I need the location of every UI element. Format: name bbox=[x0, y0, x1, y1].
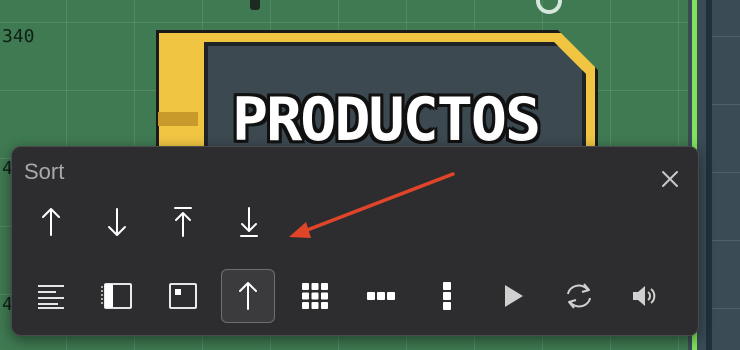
arrow-down-to-bottom-icon bbox=[240, 207, 258, 237]
bring-to-front-button[interactable] bbox=[156, 195, 210, 249]
sort-panel: Sort bbox=[11, 146, 699, 336]
refresh-button[interactable] bbox=[552, 269, 606, 323]
refresh-icon bbox=[567, 283, 591, 309]
divider bbox=[712, 104, 740, 105]
divider bbox=[712, 36, 740, 37]
arrow-up-to-top-icon bbox=[174, 207, 192, 237]
sort-up-button[interactable] bbox=[24, 195, 78, 249]
align-left-lines-icon bbox=[38, 285, 64, 309]
divider bbox=[712, 172, 740, 173]
sidebar-button[interactable] bbox=[90, 269, 144, 323]
sort-down-button[interactable] bbox=[90, 195, 144, 249]
speaker-icon bbox=[633, 286, 656, 306]
text-align-button[interactable] bbox=[24, 269, 78, 323]
sign-label: PRODUCTOS bbox=[232, 85, 541, 155]
divider bbox=[712, 308, 740, 309]
sound-button[interactable] bbox=[618, 269, 672, 323]
canvas-decoration bbox=[250, 0, 260, 10]
sidebar-panel-icon bbox=[101, 283, 132, 309]
column-layout-button[interactable] bbox=[420, 269, 474, 323]
vertical-dots-icon bbox=[443, 282, 451, 310]
ruler-label: 340 bbox=[2, 26, 35, 47]
row-layout-button[interactable] bbox=[354, 269, 408, 323]
arrow-up-icon bbox=[239, 282, 257, 310]
close-button[interactable] bbox=[654, 163, 686, 195]
play-icon bbox=[505, 285, 523, 307]
close-icon bbox=[662, 171, 678, 187]
sign-stripe bbox=[158, 112, 198, 126]
arrow-up-icon bbox=[42, 208, 60, 236]
divider bbox=[712, 240, 740, 241]
panel-title: Sort bbox=[24, 159, 65, 184]
image-frame-icon bbox=[169, 283, 197, 309]
sort-tool-button[interactable] bbox=[221, 269, 275, 323]
divider bbox=[706, 0, 712, 350]
play-button[interactable] bbox=[486, 269, 540, 323]
grid-button[interactable] bbox=[288, 269, 342, 323]
horizontal-dots-icon bbox=[367, 292, 395, 300]
arrow-down-icon bbox=[108, 208, 126, 236]
grid-icon bbox=[302, 283, 328, 309]
frame-button[interactable] bbox=[156, 269, 210, 323]
send-to-back-button[interactable] bbox=[222, 195, 276, 249]
